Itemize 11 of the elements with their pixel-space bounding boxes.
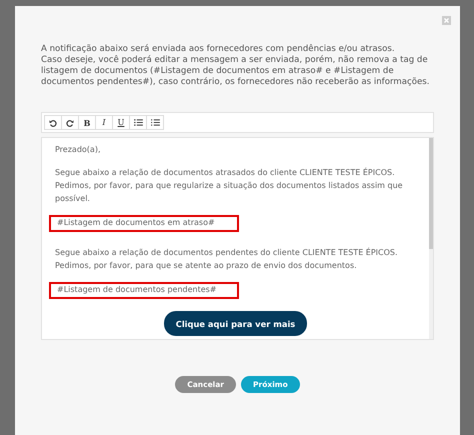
message-paragraph: Segue abaixo a relação de documentos atrasados do cliente CLIENTE TESTE ÉPICOS. Pedimos, por favor, para que regularize a situação dos documentos listados assim que possível. xyxy=(55,166,404,205)
underline-button[interactable]: U xyxy=(112,115,130,130)
document-list-tag: #Listagem de documentos pendentes# xyxy=(49,282,239,299)
instruction-text: A notificação abaixo será enviada aos fornecedores com pendências e/ou atrasos. xyxy=(41,44,396,55)
italic-button[interactable]: I xyxy=(95,115,113,130)
bold-button[interactable]: B xyxy=(78,115,96,130)
see-more-button[interactable]: Clique aqui para ver mais xyxy=(164,311,308,336)
message-paragraph: Prezado(a), xyxy=(55,144,102,156)
instruction-text: Caso deseje, você poderá editar a mensagem a ser enviada, porém, não remova a tag de listagem de documentos (#Listagem de documentos em atraso# e #Listagem de documentos pendentes#), caso contrário, os fornecedores não receberão as informações. xyxy=(41,55,430,88)
message-paragraph: Segue abaixo a relação de documentos pendentes do cliente CLIENTE TESTE ÉPICOS. Pedimos, por favor, para que se atente ao prazo de envio dos documentos. xyxy=(55,246,399,272)
document-list-tag: #Listagem de documentos em atraso# xyxy=(49,215,239,232)
